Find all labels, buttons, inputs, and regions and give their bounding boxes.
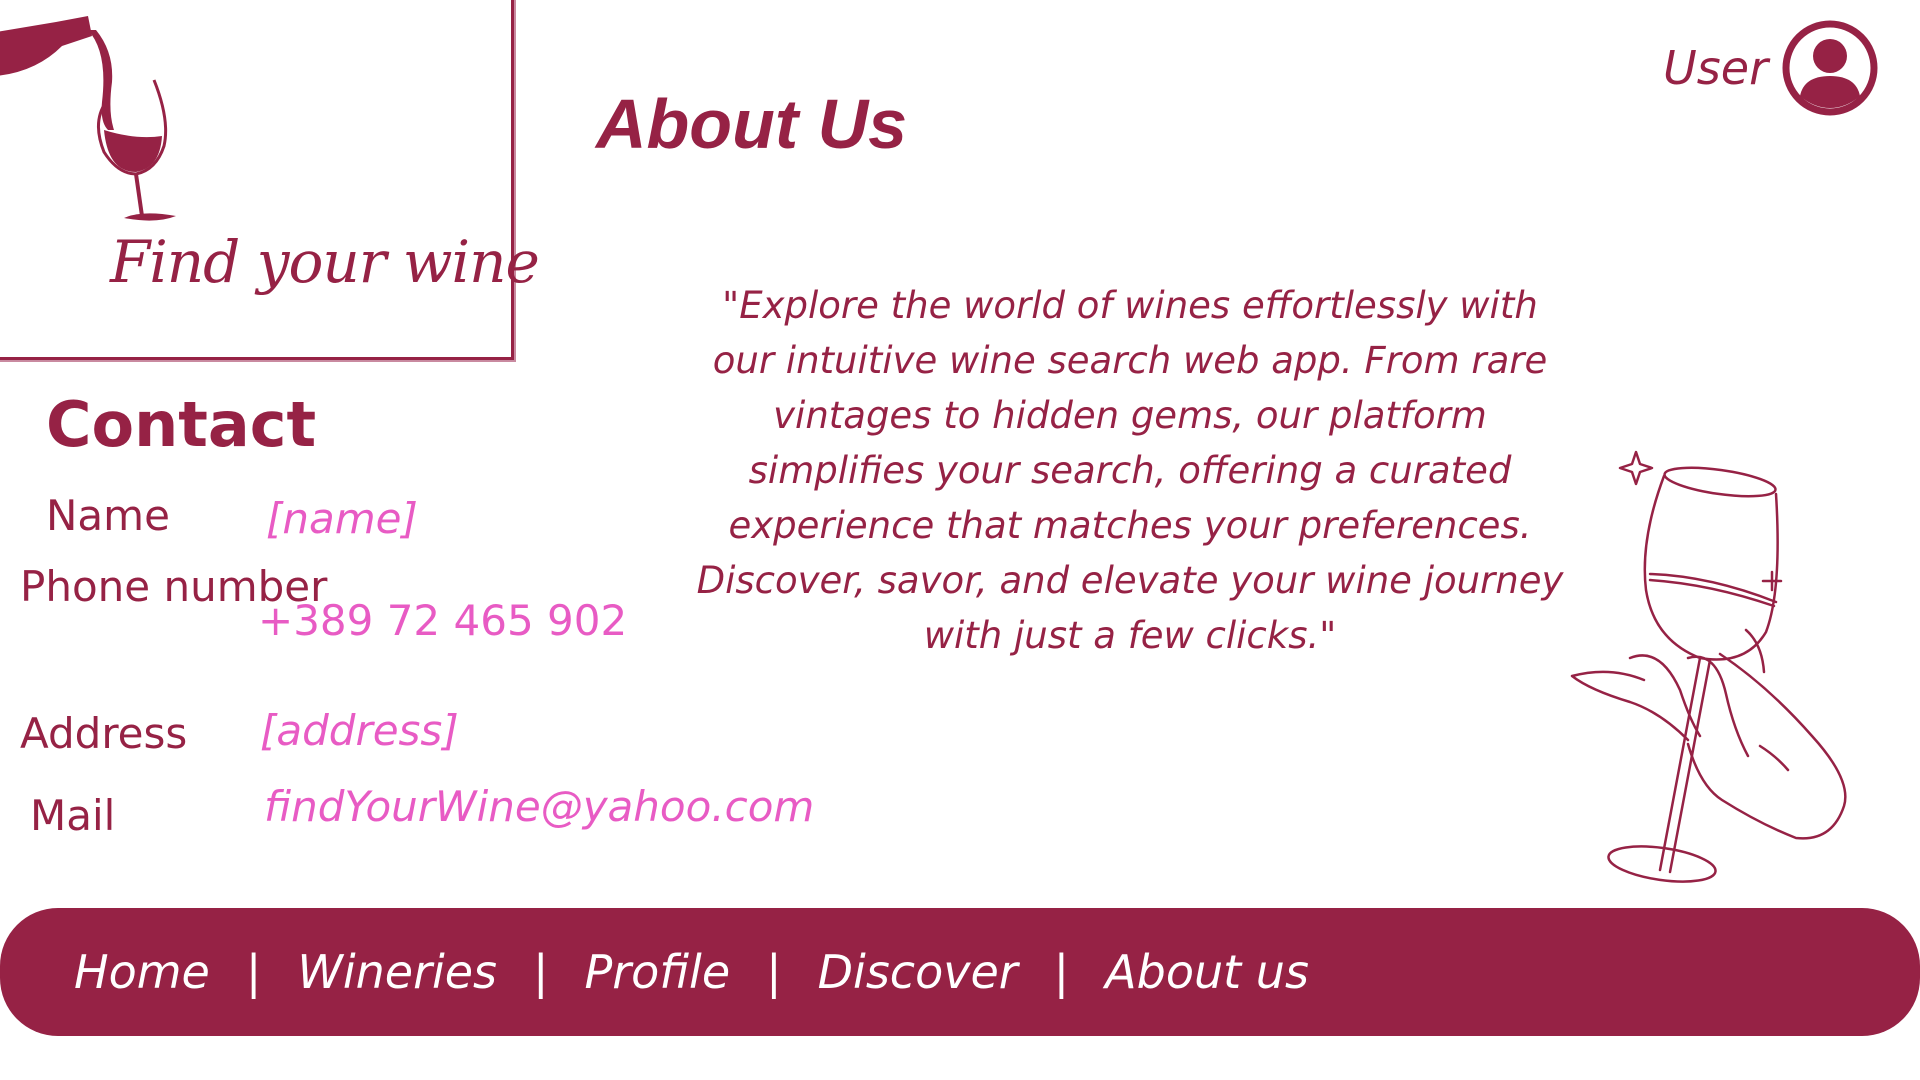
page-title: About Us [596, 85, 908, 163]
wine-bottle-pouring-icon [0, 16, 176, 221]
nav-home[interactable]: Home [74, 945, 210, 999]
user-menu[interactable]: User [1663, 20, 1878, 116]
nav-discover[interactable]: Discover [818, 945, 1018, 999]
contact-title: Contact [46, 388, 317, 461]
contact-mail-value[interactable]: findYourWine@yahoo.com [264, 782, 814, 831]
logo-text: Find your wine [110, 228, 540, 296]
logo-box[interactable]: Find your wine [0, 0, 540, 360]
about-page: Find your wine About Us User Contact Nam… [0, 0, 1920, 1080]
nav-separator: | [533, 945, 549, 999]
contact-name-label: Name [46, 491, 170, 540]
contact-mail-label: Mail [30, 791, 116, 840]
nav-wineries[interactable]: Wineries [297, 945, 497, 999]
about-quote: "Explore the world of wines effortlessly… [696, 284, 1564, 657]
footer-nav: Home | Wineries | Profile | Discover | A… [0, 908, 1920, 1036]
hand-holding-wine-glass-icon [1570, 450, 1847, 883]
nav-separator: | [1053, 945, 1070, 999]
contact-name-value: [name] [266, 494, 418, 543]
user-label[interactable]: User [1663, 41, 1768, 95]
nav-separator: | [766, 945, 782, 999]
nav-separator: | [245, 945, 262, 999]
nav-about-us[interactable]: About us [1105, 945, 1309, 999]
user-avatar-icon[interactable] [1782, 20, 1878, 116]
contact-phone-label: Phone number [20, 562, 328, 611]
contact-address-value: [address] [260, 706, 459, 755]
contact-phone-value[interactable]: +389 72 465 902 [258, 596, 627, 645]
nav-profile[interactable]: Profile [585, 945, 731, 999]
contact-address-label: Address [20, 709, 188, 758]
